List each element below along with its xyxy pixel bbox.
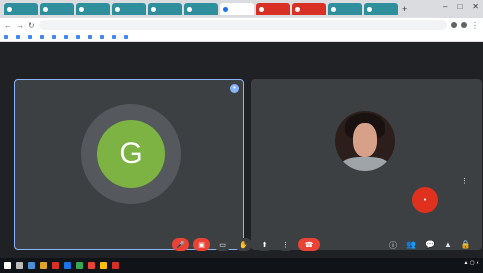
browser-tab[interactable]: [4, 3, 38, 15]
tab-favicon-icon: [43, 6, 48, 12]
tab-favicon-icon: [79, 6, 84, 12]
window-controls: – □ ✕: [443, 2, 479, 11]
floating-self-view[interactable]: ● ⋮: [380, 175, 472, 225]
end-call-icon[interactable]: ☎: [298, 238, 320, 251]
chat-icon[interactable]: 💬: [425, 240, 435, 251]
browser-tab[interactable]: [184, 3, 218, 15]
tab-favicon-icon: [7, 6, 12, 12]
app-icon[interactable]: [76, 262, 83, 269]
pin-icon[interactable]: •: [230, 84, 239, 93]
browser-tab[interactable]: [328, 3, 362, 15]
app-icon[interactable]: [64, 262, 71, 269]
tab-favicon-icon: [295, 6, 300, 12]
reload-icon[interactable]: ↻: [28, 21, 35, 30]
bookmark-icon: [40, 34, 44, 39]
app-icon[interactable]: [112, 262, 119, 269]
hand-icon[interactable]: ✋: [235, 238, 252, 251]
search-icon[interactable]: [16, 262, 23, 269]
participant-photo: [335, 111, 395, 171]
bookmark-icon: [16, 34, 20, 39]
tab-favicon-icon: [187, 6, 192, 12]
captions-icon[interactable]: ▭: [214, 238, 231, 251]
browser-tab[interactable]: [76, 3, 110, 15]
bookmark-item[interactable]: [124, 34, 130, 39]
bookmark-item[interactable]: [76, 34, 82, 39]
start-icon[interactable]: [4, 262, 11, 269]
lock-icon[interactable]: 🔒: [461, 240, 471, 251]
app-icon[interactable]: [100, 262, 107, 269]
bookmark-icon: [76, 34, 80, 39]
bookmark-icon: [4, 34, 8, 39]
self-video-tile[interactable]: G •: [14, 79, 244, 250]
mic-off-icon[interactable]: 🎤: [172, 238, 189, 251]
browser-tab[interactable]: [40, 3, 74, 15]
browser-tab[interactable]: [256, 3, 290, 15]
tab-favicon-icon: [115, 6, 120, 12]
bookmark-item[interactable]: [52, 34, 58, 39]
more-icon[interactable]: ⋮: [277, 238, 294, 251]
info-icon[interactable]: ⓘ: [389, 240, 397, 251]
system-tray: ▲ ▢ ◖: [463, 260, 479, 266]
taskview-icon[interactable]: [28, 262, 35, 269]
bookmark-icon: [124, 34, 128, 39]
os-taskbar: ▲ ▢ ◖: [0, 258, 483, 273]
bookmark-item[interactable]: [64, 34, 70, 39]
back-icon[interactable]: ←: [4, 21, 12, 30]
address-bar-row: ← → ↻ ⋮: [0, 18, 483, 32]
call-controls: 🎤 ▣ ▭ ✋ ⬆ ⋮ ☎: [172, 238, 320, 251]
tab-favicon-icon: [331, 6, 336, 12]
browser-tab[interactable]: [112, 3, 146, 15]
side-panel-controls: ⓘ 👥 💬 ▲ 🔒: [389, 240, 471, 251]
tab-favicon-icon: [223, 6, 228, 12]
extension-icon[interactable]: [451, 22, 457, 28]
bookmark-item[interactable]: [112, 34, 118, 39]
chrome-icon[interactable]: [88, 262, 95, 269]
browser-tab[interactable]: [148, 3, 182, 15]
bookmark-item[interactable]: [88, 34, 94, 39]
bookmark-icon: [88, 34, 92, 39]
camera-off-icon[interactable]: ▣: [193, 238, 210, 251]
forward-icon[interactable]: →: [16, 21, 24, 30]
browser-tab[interactable]: [292, 3, 326, 15]
bookmark-icon: [64, 34, 68, 39]
bookmark-icon: [100, 34, 104, 39]
folder-icon[interactable]: [40, 262, 47, 269]
bookmark-icon: [52, 34, 56, 39]
bookmark-item[interactable]: [40, 34, 46, 39]
tab-favicon-icon: [367, 6, 372, 12]
bookmark-item[interactable]: [4, 34, 10, 39]
browser-tab-strip: + – □ ✕: [0, 0, 483, 18]
browser-tab[interactable]: [220, 3, 254, 15]
profile-icon[interactable]: [461, 22, 467, 28]
more-options-icon[interactable]: ⋮: [461, 177, 468, 185]
bookmark-item[interactable]: [100, 34, 106, 39]
bookmarks-bar: [0, 32, 483, 42]
bookmark-item[interactable]: [28, 34, 34, 39]
url-field[interactable]: [38, 20, 447, 30]
tab-favicon-icon: [151, 6, 156, 12]
mini-avatar: ●: [412, 187, 438, 213]
app-icon[interactable]: [52, 262, 59, 269]
meet-stage: G • ● ⋮ 🎤 ▣ ▭ ✋ ⬆ ⋮ ☎ ⓘ 👥 💬 ▲ 🔒: [0, 43, 483, 258]
bookmark-icon: [112, 34, 116, 39]
bookmark-icon: [28, 34, 32, 39]
menu-icon[interactable]: ⋮: [471, 21, 479, 30]
new-tab-button[interactable]: +: [402, 4, 407, 14]
people-icon[interactable]: 👥: [406, 240, 416, 251]
avatar: G: [97, 120, 165, 188]
bookmark-item[interactable]: [16, 34, 22, 39]
maximize-icon[interactable]: □: [457, 2, 462, 11]
present-icon[interactable]: ⬆: [256, 238, 273, 251]
tab-favicon-icon: [259, 6, 264, 12]
minimize-icon[interactable]: –: [443, 2, 447, 11]
activities-icon[interactable]: ▲: [444, 240, 452, 251]
close-icon[interactable]: ✕: [472, 2, 479, 11]
browser-tab[interactable]: [364, 3, 398, 15]
